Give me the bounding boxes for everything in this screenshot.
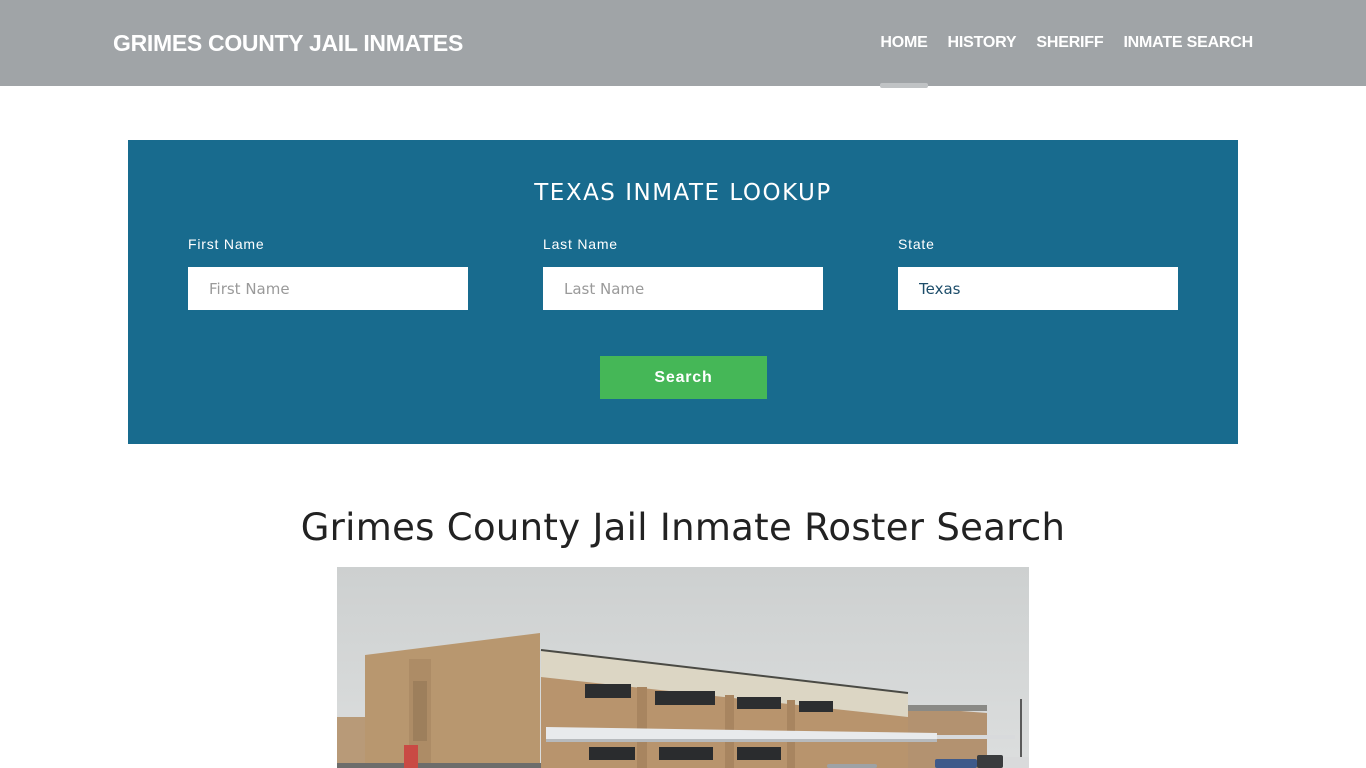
site-logo-link[interactable]: GRIMES COUNTY JAIL INMATES: [113, 30, 463, 57]
nav-history[interactable]: HISTORY: [948, 0, 1017, 86]
building-illustration: [337, 567, 1029, 768]
first-name-label: First Name: [188, 236, 265, 252]
last-name-group: Last Name: [543, 236, 823, 310]
main-nav: HOME HISTORY SHERIFF INMATE SEARCH: [860, 0, 1253, 88]
state-group: State: [898, 236, 1178, 310]
last-name-label: Last Name: [543, 236, 618, 252]
state-label: State: [898, 236, 935, 252]
last-name-input[interactable]: [543, 267, 823, 310]
jail-building-photo: [337, 567, 1029, 768]
lookup-title: TEXAS INMATE LOOKUP: [534, 180, 832, 206]
first-name-input[interactable]: [188, 267, 468, 310]
search-button[interactable]: Search: [600, 356, 767, 399]
first-name-group: First Name: [188, 236, 468, 310]
state-input[interactable]: [898, 267, 1178, 310]
page-title: Grimes County Jail Inmate Roster Search: [300, 506, 1066, 549]
site-header: GRIMES COUNTY JAIL INMATES HOME HISTORY …: [0, 0, 1366, 88]
nav-sheriff[interactable]: SHERIFF: [1036, 0, 1103, 86]
nav-inmate-search[interactable]: INMATE SEARCH: [1123, 0, 1253, 86]
nav-home[interactable]: HOME: [880, 0, 928, 88]
